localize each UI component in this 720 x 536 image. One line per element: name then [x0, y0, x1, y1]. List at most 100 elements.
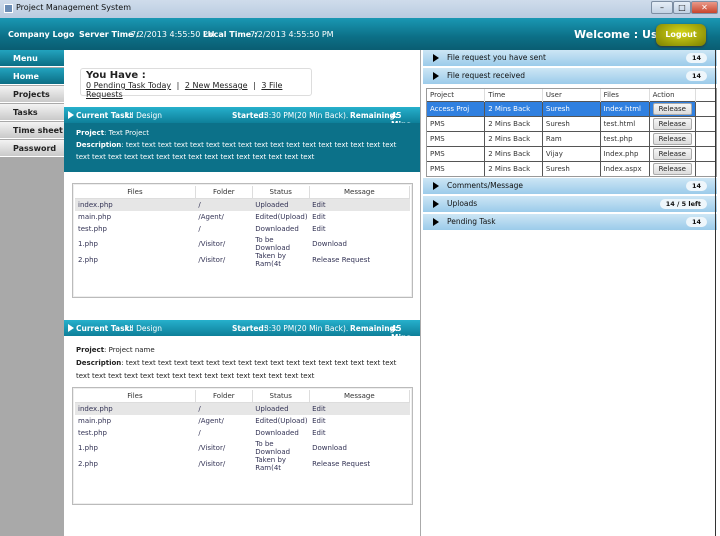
sidebar-item-tasks[interactable]: Tasks [0, 104, 64, 121]
column-header[interactable]: Folder [195, 186, 253, 199]
new-messages-link[interactable]: 2 New Message [185, 81, 248, 90]
release-button[interactable]: Release [652, 162, 692, 175]
description-text: text text text text text text text text … [76, 141, 397, 161]
table-cell: Uploaded [252, 198, 310, 211]
release-button[interactable]: Release [652, 117, 692, 130]
started-label: Started: [232, 111, 267, 120]
table-cell: index.php [75, 402, 196, 415]
table-cell: Release [649, 115, 696, 131]
current-task-label: Current Task: [76, 111, 133, 120]
table-cell[interactable]: Download [309, 236, 409, 252]
accordion-file-request-received[interactable]: File request received 14 [423, 68, 717, 84]
table-row[interactable]: 2.php/Visitor/Taken by Ram(4t Release Req… [75, 456, 410, 472]
table-row[interactable]: PMS 2 Mins Back Suresh test.html Release [427, 115, 717, 131]
description-text: text text text text text text text text … [76, 359, 397, 380]
table-row[interactable]: Access Proj 2 Mins Back Suresh Index.html Re… [427, 100, 717, 116]
column-header[interactable]: Status [252, 186, 310, 199]
accordion-uploads[interactable]: Uploads 14 / 5 left [423, 196, 717, 212]
column-header[interactable]: Files [600, 89, 650, 101]
sidebar: Menu Home Projects Tasks Time sheet Pass… [0, 50, 64, 536]
minimize-button[interactable]: – [651, 1, 673, 14]
table-row[interactable]: test.php / Downloaded Edit [75, 223, 410, 236]
current-task-bar[interactable]: Current Task: UI Design Started: 3:30 PM… [64, 320, 420, 342]
column-header[interactable]: Files [75, 390, 196, 403]
table-row[interactable]: PMS 2 Mins Back Suresh Index.aspx Release [427, 160, 717, 176]
expand-icon [433, 218, 439, 226]
table-cell: PMS [427, 115, 486, 131]
table-row[interactable]: index.php / Uploaded Edit [75, 198, 410, 211]
table-cell: 2 Mins Back [484, 145, 543, 161]
close-button[interactable]: ✕ [691, 1, 718, 14]
column-header[interactable]: Message [309, 186, 411, 199]
accordion-file-request-sent[interactable]: File request you have sent 14 [423, 50, 717, 66]
current-task-bar[interactable]: Current Task: UI Design Started: 3:30 PM… [64, 107, 420, 129]
release-button[interactable]: Release [652, 102, 692, 115]
logout-button[interactable]: Logout [656, 24, 706, 46]
table-row[interactable]: test.php / Downloaded Edit [75, 427, 410, 440]
sidebar-item-password[interactable]: Password [0, 140, 64, 157]
table-cell: /Visitor/ [198, 239, 226, 248]
table-cell: Downloaded [255, 429, 299, 438]
table-cell: PMS [427, 160, 486, 176]
sidebar-item-home[interactable]: Home [0, 68, 64, 85]
table-cell[interactable]: Edit [309, 427, 409, 440]
table-cell[interactable]: Release Request [309, 456, 409, 472]
table-cell: 1.php [78, 443, 99, 452]
sidebar-item-projects[interactable]: Projects [0, 86, 64, 103]
column-header[interactable]: Message [309, 390, 411, 403]
release-button[interactable]: Release [652, 132, 692, 145]
maximize-button[interactable]: □ [673, 1, 691, 14]
expand-icon [433, 72, 439, 80]
task-details: Project: Project name Description: text … [76, 346, 397, 380]
table-cell: Release [649, 130, 696, 146]
project-name: Project name [108, 346, 155, 354]
table-row[interactable]: 1.php/Visitor/To be Download Download [75, 440, 410, 456]
pending-tasks-link[interactable]: 0 Pending Task Today [86, 81, 171, 90]
table-cell[interactable]: Edit [309, 198, 410, 211]
table-cell[interactable]: Edit [309, 402, 410, 415]
column-header[interactable]: Action [649, 89, 696, 101]
table-header-row: Files Folder Status Message [75, 390, 411, 403]
table-row[interactable]: main.php/Agent/Edited(Upload) Edit [75, 415, 410, 428]
task-details: Project: Text Project Description: text … [64, 123, 420, 172]
column-header[interactable]: Project [427, 89, 486, 101]
table-row[interactable]: index.php / Uploaded Edit [75, 402, 410, 415]
release-button[interactable]: Release [652, 147, 692, 160]
table-cell: Access Proj [427, 100, 486, 116]
table-cell: main.php [78, 212, 112, 221]
column-header[interactable]: Time [484, 89, 543, 101]
count-badge: 14 [685, 181, 707, 191]
panel-border [715, 50, 716, 536]
table-cell[interactable]: Release Request [309, 252, 409, 268]
column-header[interactable]: Files [75, 186, 196, 199]
accordion-pending-task[interactable]: Pending Task 14 [423, 214, 717, 230]
section-label: File request received [447, 71, 525, 80]
summary-title: You Have : [86, 70, 146, 81]
table-cell: /Visitor/ [198, 255, 226, 264]
column-header[interactable]: Folder [195, 390, 253, 403]
table-row[interactable]: 2.php/Visitor/Taken by Ram(4t Release Req… [75, 252, 410, 268]
table-row[interactable]: 1.php/Visitor/To be Download Download [75, 236, 410, 252]
accordion-comments[interactable]: Comments/Message 14 [423, 178, 717, 194]
table-row[interactable]: main.php/Agent/Edited(Upload) Edit [75, 211, 410, 224]
table-cell: /Agent/ [198, 212, 224, 221]
table-cell[interactable]: Edit [309, 415, 409, 428]
table-cell: /Visitor/ [198, 443, 226, 452]
table-cell: To be Download [255, 439, 291, 456]
project-name: Text Project [108, 129, 149, 137]
table-cell: 2.php [78, 459, 99, 468]
table-row[interactable]: PMS 2 Mins Back Vijay Index.php Release [427, 145, 717, 161]
column-header[interactable]: User [542, 89, 601, 101]
sidebar-menu-header: Menu [0, 50, 64, 67]
table-cell [695, 115, 717, 131]
table-cell: / [195, 198, 253, 211]
table-cell[interactable]: Edit [309, 223, 409, 236]
column-header[interactable]: Status [252, 390, 310, 403]
section-label: File request you have sent [447, 53, 546, 62]
expand-icon [68, 324, 74, 332]
table-cell: / [198, 225, 201, 234]
table-cell[interactable]: Edit [309, 211, 409, 224]
table-row[interactable]: PMS 2 Mins Back Ram test.php Release [427, 130, 717, 146]
sidebar-item-timesheet[interactable]: Time sheet [0, 122, 64, 139]
table-cell[interactable]: Download [309, 440, 409, 456]
